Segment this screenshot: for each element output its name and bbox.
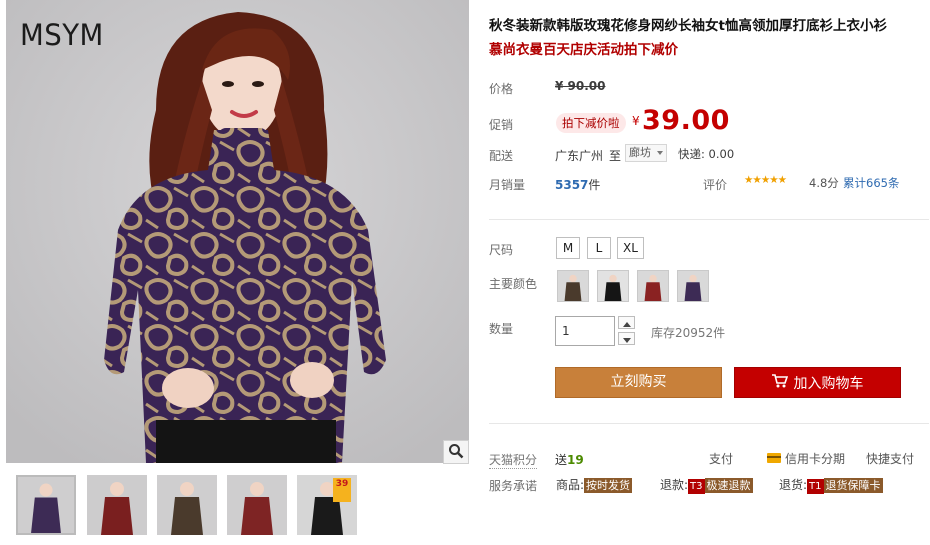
add-to-cart-label: 加入购物车 bbox=[793, 375, 864, 392]
swatch-image bbox=[558, 271, 588, 301]
brand-logo: MSYM bbox=[20, 18, 104, 52]
service-goods: 商品: 按时发货 bbox=[556, 476, 633, 493]
credit-installment-label: 信用卡分期 bbox=[785, 452, 846, 466]
size-option-m[interactable]: M bbox=[556, 237, 580, 259]
cart-icon bbox=[771, 373, 788, 392]
currency-symbol: ¥ bbox=[632, 114, 640, 128]
service-return: 退款: T3 极速退款 bbox=[660, 476, 753, 494]
swatch-image bbox=[638, 271, 668, 301]
size-label: 尺码 bbox=[489, 243, 514, 257]
color-swatch-1[interactable] bbox=[557, 270, 589, 302]
return-guarantee-tag[interactable]: 退货保障卡 bbox=[823, 478, 883, 493]
color-swatch-4[interactable] bbox=[677, 270, 709, 302]
ship-to-word: 至 bbox=[609, 149, 622, 163]
destination-value: 廊坊 bbox=[629, 146, 651, 159]
points-number: 19 bbox=[567, 453, 584, 467]
magnifier-icon bbox=[448, 443, 464, 462]
points-label[interactable]: 天猫积分 bbox=[489, 451, 538, 469]
t3-icon: T3 bbox=[688, 479, 705, 494]
thumbnail-image bbox=[18, 477, 74, 533]
monthly-sales-label: 月销量 bbox=[489, 178, 526, 192]
promo-tag: 拍下减价啦 bbox=[556, 113, 626, 133]
credit-installment[interactable]: 信用卡分期 bbox=[767, 450, 845, 467]
monthly-sales: 5357件 bbox=[555, 176, 600, 193]
payment-label: 支付 bbox=[709, 452, 734, 466]
credit-card-icon bbox=[767, 452, 781, 466]
main-product-image[interactable] bbox=[6, 0, 469, 463]
thumbnail-3[interactable] bbox=[157, 475, 217, 535]
service-refund: 退货: T1 退货保障卡 bbox=[779, 476, 883, 494]
zoom-button[interactable] bbox=[443, 440, 469, 464]
quantity-label: 数量 bbox=[489, 322, 514, 336]
divider bbox=[489, 219, 929, 220]
thumbnail-2[interactable] bbox=[87, 475, 147, 535]
add-to-cart-button[interactable]: 加入购物车 bbox=[734, 367, 901, 398]
chevron-down-icon bbox=[657, 151, 663, 155]
product-subtitle: 慕尚衣曼百天店庆活动拍下减价 bbox=[489, 42, 678, 58]
points-value: 送19 bbox=[555, 451, 584, 468]
destination-select[interactable]: 廊坊 bbox=[625, 144, 667, 162]
ship-from: 广东广州 bbox=[555, 149, 604, 163]
promo-badge: 39 bbox=[333, 478, 351, 502]
rating-label: 评价 bbox=[703, 178, 728, 192]
monthly-sales-unit: 件 bbox=[588, 178, 601, 192]
promo-label: 促销 bbox=[489, 118, 514, 132]
star-rating-icon: ★★★★★ bbox=[744, 174, 787, 186]
quantity-input[interactable] bbox=[555, 316, 615, 346]
stock-count: 库存20952件 bbox=[651, 326, 726, 340]
monthly-sales-count: 5357 bbox=[555, 178, 589, 192]
t1-icon: T1 bbox=[807, 479, 824, 494]
color-label: 主要颜色 bbox=[489, 277, 538, 291]
swatch-image bbox=[678, 271, 708, 301]
thumbnail-image bbox=[87, 475, 147, 535]
quantity-decrease-button[interactable] bbox=[618, 332, 635, 345]
chevron-down-icon bbox=[622, 332, 631, 346]
thumbnail-4[interactable] bbox=[227, 475, 287, 535]
color-swatch-3[interactable] bbox=[637, 270, 669, 302]
size-option-xl[interactable]: XL bbox=[617, 237, 644, 259]
chevron-up-icon bbox=[622, 316, 631, 330]
thumbnail-image bbox=[227, 475, 287, 535]
service-label: 服务承诺 bbox=[489, 479, 538, 493]
shipping-label: 配送 bbox=[489, 149, 514, 163]
service-return-label: 退款: bbox=[660, 478, 689, 492]
swatch-image bbox=[598, 271, 628, 301]
review-count-link[interactable]: 累计665条 bbox=[843, 175, 899, 191]
quick-pay[interactable]: 快捷支付 bbox=[866, 450, 914, 467]
color-swatch-2[interactable] bbox=[597, 270, 629, 302]
service-refund-label: 退货: bbox=[779, 478, 808, 492]
original-price: ¥ 90.00 bbox=[555, 79, 606, 93]
size-option-l[interactable]: L bbox=[587, 237, 611, 259]
thumbnail-image bbox=[157, 475, 217, 535]
thumbnail-1[interactable] bbox=[16, 475, 76, 535]
promo-price: 39.00 bbox=[642, 105, 730, 136]
buy-now-button[interactable]: 立刻购买 bbox=[555, 367, 722, 398]
model-photo bbox=[6, 0, 469, 463]
divider bbox=[489, 423, 929, 424]
service-goods-label: 商品: bbox=[556, 478, 585, 492]
on-time-shipping-tag[interactable]: 按时发货 bbox=[584, 478, 633, 493]
quantity-increase-button[interactable] bbox=[618, 316, 635, 329]
express-fee: 快递: 0.00 bbox=[678, 147, 735, 161]
rating-score: 4.8分 bbox=[809, 176, 839, 190]
fast-refund-tag[interactable]: 极速退款 bbox=[704, 478, 753, 493]
points-prefix: 送 bbox=[555, 453, 568, 467]
price-label: 价格 bbox=[489, 82, 514, 96]
product-title: 秋冬装新款韩版玫瑰花修身网纱长袖女t恤高领加厚打底衫上衣小衫 bbox=[489, 18, 887, 34]
